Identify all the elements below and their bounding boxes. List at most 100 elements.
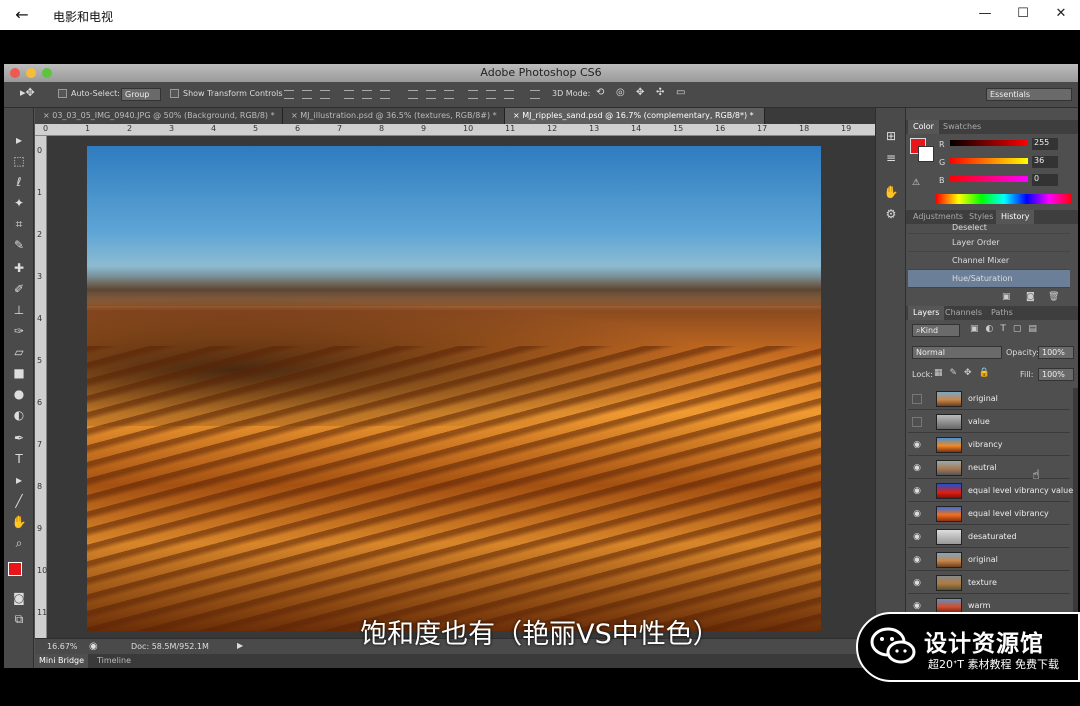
- close-icon[interactable]: ×: [43, 111, 52, 120]
- layer-row[interactable]: ◉ desaturated: [908, 526, 1070, 548]
- magic-wand-tool-icon[interactable]: ✦: [8, 193, 30, 213]
- b-value[interactable]: 0: [1032, 174, 1058, 186]
- tab-adjustments[interactable]: Adjustments: [908, 210, 968, 224]
- layer-row[interactable]: ◉ equal level vibrancy: [908, 503, 1070, 525]
- 3d-roll-icon[interactable]: ◎: [616, 87, 625, 98]
- g-slider[interactable]: [950, 158, 1028, 164]
- 3d-scale-icon[interactable]: ▭: [676, 87, 685, 98]
- back-arrow-icon[interactable]: ←: [10, 6, 34, 24]
- tab-paths[interactable]: Paths: [986, 306, 1018, 320]
- layers-scrollbar[interactable]: [1073, 388, 1078, 618]
- info-panel-icon[interactable]: ⊞: [880, 126, 902, 146]
- layer-row[interactable]: ◉ original: [908, 549, 1070, 571]
- close-icon[interactable]: ×: [291, 111, 300, 120]
- eyedropper-tool-icon[interactable]: ✎: [8, 235, 30, 255]
- eye-icon[interactable]: ◉: [912, 578, 922, 588]
- dodge-tool-icon[interactable]: ◐: [8, 405, 30, 425]
- tool-presets-icon[interactable]: ✋: [880, 182, 902, 202]
- type-tool-icon[interactable]: T: [8, 449, 30, 469]
- arrange-panel-icon[interactable]: ≡: [880, 148, 902, 168]
- layer-row[interactable]: ◉ texture: [908, 572, 1070, 594]
- auto-select-dropdown[interactable]: Group: [121, 88, 161, 101]
- eraser-tool-icon[interactable]: ▱: [8, 342, 30, 362]
- layer-row[interactable]: ◉ equal level vibrancy value: [908, 480, 1073, 502]
- distribute-right-icon[interactable]: [504, 90, 514, 99]
- snapshot-icon[interactable]: ◙: [1026, 292, 1035, 302]
- minimize-button[interactable]: —: [974, 4, 996, 24]
- eye-icon[interactable]: ◉: [912, 440, 922, 450]
- blur-tool-icon[interactable]: ●: [8, 384, 30, 404]
- desert-dunes-photo[interactable]: [87, 146, 821, 631]
- eye-icon[interactable]: ◉: [912, 555, 922, 565]
- history-brush-tool-icon[interactable]: ✑: [8, 321, 30, 341]
- path-selection-tool-icon[interactable]: ▸: [8, 470, 30, 490]
- zoom-dot[interactable]: [42, 68, 52, 78]
- eye-icon[interactable]: ◉: [912, 601, 922, 611]
- kind-filter-dropdown[interactable]: ⌕Kind: [912, 324, 960, 337]
- tab-styles[interactable]: Styles: [964, 210, 998, 224]
- new-document-icon[interactable]: ▣: [1002, 292, 1011, 302]
- history-item-selected[interactable]: Hue/Saturation: [908, 270, 1070, 288]
- pen-tool-icon[interactable]: ✒: [8, 428, 30, 448]
- 3d-rotate-icon[interactable]: ⟲: [596, 87, 604, 98]
- close-button[interactable]: ✕: [1050, 4, 1072, 24]
- marquee-tool-icon[interactable]: ⬚: [8, 151, 30, 171]
- distribute-vcenter-icon[interactable]: [426, 90, 436, 99]
- 3d-slide-icon[interactable]: ✣: [656, 87, 664, 98]
- move-tool-icon[interactable]: ▸✥: [20, 86, 35, 99]
- r-slider[interactable]: [950, 140, 1028, 146]
- history-item[interactable]: Channel Mixer: [908, 252, 1070, 270]
- opacity-field[interactable]: 100%: [1038, 346, 1074, 359]
- hand-tool-icon[interactable]: ✋: [8, 512, 30, 532]
- distribute-left-icon[interactable]: [468, 90, 478, 99]
- lasso-tool-icon[interactable]: ℓ: [8, 172, 30, 192]
- line-tool-icon[interactable]: ╱: [8, 491, 30, 511]
- blend-mode-dropdown[interactable]: Normal: [912, 346, 1002, 359]
- doc-tab-2[interactable]: × MJ_illustration.psd @ 36.5% (textures,…: [283, 108, 505, 124]
- doc-tab-3[interactable]: × MJ_ripples_sand.psd @ 16.7% (complemen…: [505, 108, 765, 124]
- eye-icon[interactable]: ◉: [912, 463, 922, 473]
- r-value[interactable]: 255: [1032, 138, 1058, 150]
- minimize-dot[interactable]: [26, 68, 36, 78]
- brush-tool-icon[interactable]: ✐: [8, 279, 30, 299]
- layer-row[interactable]: original: [908, 388, 1070, 410]
- distribute-hcenter-icon[interactable]: [486, 90, 496, 99]
- foreground-color-swatch[interactable]: [8, 562, 22, 576]
- align-right-icon[interactable]: [380, 90, 390, 99]
- tab-history[interactable]: History: [996, 210, 1035, 224]
- crop-tool-icon[interactable]: ⌗: [8, 214, 30, 234]
- workspace-dropdown[interactable]: Essentials: [986, 88, 1072, 101]
- layer-row[interactable]: ◉ neutral: [908, 457, 1070, 479]
- zoom-tool-icon[interactable]: ⌕: [8, 533, 30, 553]
- healing-brush-tool-icon[interactable]: ✚: [8, 258, 30, 278]
- auto-align-icon[interactable]: [530, 90, 540, 99]
- canvas-area[interactable]: [47, 136, 875, 638]
- layer-row[interactable]: ◉ vibrancy: [908, 434, 1070, 456]
- eye-icon[interactable]: ◉: [912, 486, 922, 496]
- gradient-tool-icon[interactable]: ■: [8, 363, 30, 383]
- fill-field[interactable]: 100%: [1038, 368, 1074, 381]
- g-value[interactable]: 36: [1032, 156, 1058, 168]
- move-tool-icon[interactable]: ▸: [8, 130, 30, 150]
- align-hcenter-icon[interactable]: [362, 90, 372, 99]
- history-item[interactable]: Deselect: [908, 224, 1070, 234]
- tab-swatches[interactable]: Swatches: [938, 120, 986, 134]
- distribute-bottom-icon[interactable]: [444, 90, 454, 99]
- close-icon[interactable]: ×: [513, 111, 522, 120]
- warning-icon[interactable]: ⚠: [912, 178, 920, 188]
- layer-filter-icons[interactable]: ▣◐T▢▤: [970, 324, 1044, 334]
- eye-icon[interactable]: ◉: [912, 509, 922, 519]
- lock-icons[interactable]: ▦✎✥🔒: [934, 368, 997, 378]
- eye-icon[interactable]: ◉: [912, 532, 922, 542]
- visibility-toggle[interactable]: [912, 394, 922, 404]
- transform-controls-checkbox[interactable]: Show Transform Controls: [170, 89, 283, 98]
- tab-color[interactable]: Color: [908, 120, 939, 134]
- maximize-button[interactable]: ☐: [1012, 4, 1034, 24]
- align-bottom-icon[interactable]: [320, 90, 330, 99]
- history-item[interactable]: Layer Order: [908, 234, 1070, 252]
- quick-mask-icon[interactable]: ◙: [8, 588, 30, 608]
- align-vcenter-icon[interactable]: [302, 90, 312, 99]
- tab-channels[interactable]: Channels: [940, 306, 987, 320]
- timeline-tab[interactable]: Timeline: [93, 654, 135, 668]
- layer-row[interactable]: value: [908, 411, 1070, 433]
